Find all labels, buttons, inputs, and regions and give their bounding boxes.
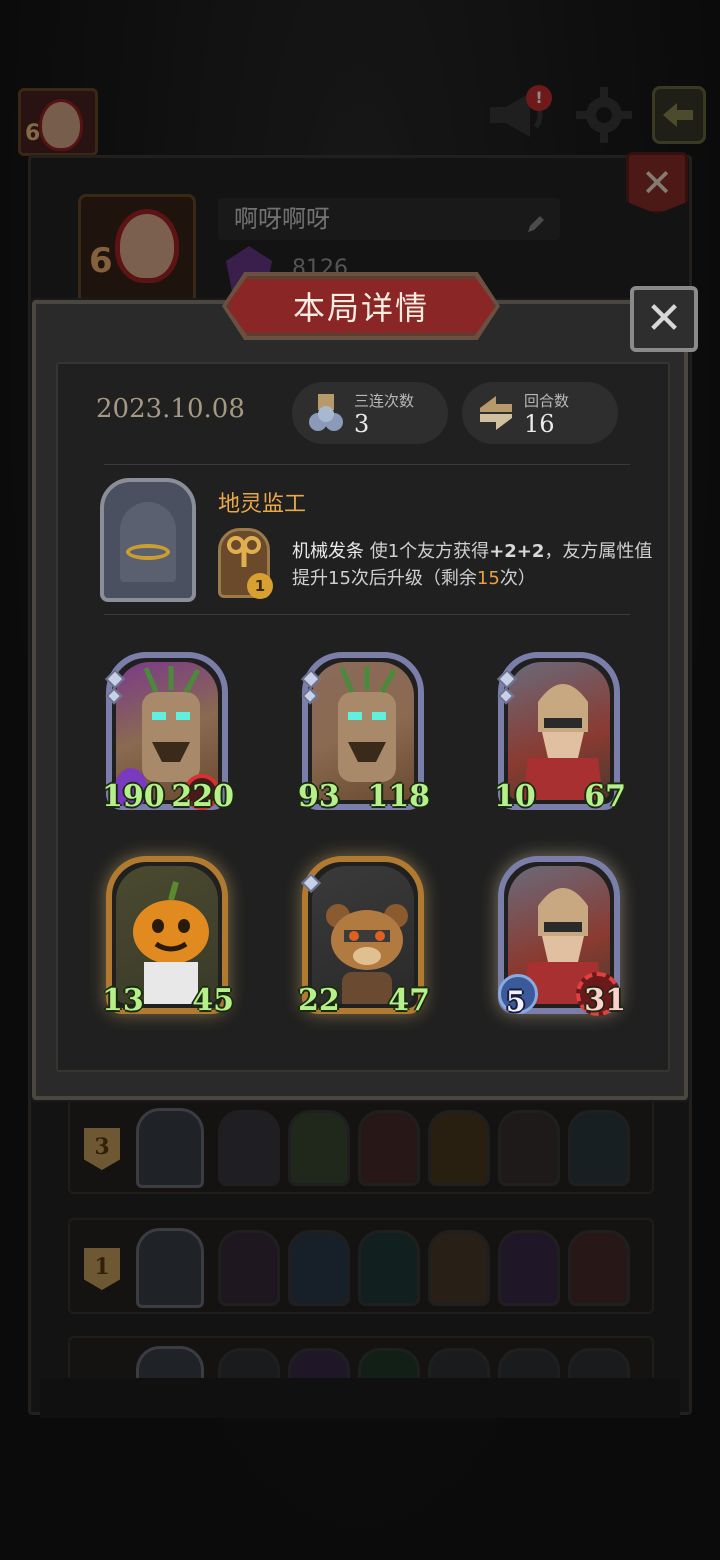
- minion-card[interactable]: 10 67: [494, 652, 626, 814]
- minion-card[interactable]: 5 31: [498, 856, 626, 1018]
- skill-desc-part: 使1个友方获得: [364, 541, 490, 562]
- minion-card[interactable]: 190 220: [102, 652, 234, 814]
- skill-icon[interactable]: 1: [218, 528, 273, 599]
- minion-card[interactable]: 93 118: [298, 652, 430, 814]
- skill-level-badge: 1: [247, 573, 273, 599]
- card-health: 118: [367, 779, 430, 814]
- stat-label: 回合数: [524, 392, 570, 410]
- modal-title: 本局详情: [226, 276, 496, 336]
- skill-desc-part: 次）: [499, 568, 536, 589]
- triple-icon: [309, 394, 343, 431]
- close-icon[interactable]: ✕: [630, 286, 698, 352]
- hero-body: [120, 502, 176, 582]
- round-icon: [480, 396, 512, 430]
- card-health: 67: [584, 779, 626, 814]
- triple-count-stat: 三连次数 3: [292, 382, 448, 444]
- match-date: 2023.10.08: [96, 394, 245, 424]
- minion-card[interactable]: 22 47: [298, 856, 430, 1018]
- skill-bonus: +2+2: [489, 541, 545, 562]
- card-attack: 190: [102, 779, 165, 814]
- stat-value: 3: [354, 410, 370, 438]
- round-count-stat: 回合数 16: [462, 382, 618, 444]
- divider: [104, 464, 630, 465]
- skill-description: 机械发条 使1个友方获得+2+2，友方属性值提升15次后升级（剩余15次）: [292, 538, 662, 592]
- card-health: 47: [388, 983, 430, 1018]
- card-health: 31: [584, 983, 626, 1018]
- card-attack: 13: [102, 983, 144, 1018]
- card-attack: 10: [494, 779, 536, 814]
- stat-label: 三连次数: [354, 392, 415, 410]
- skill-name: 机械发条: [292, 541, 364, 562]
- card-health: 220: [171, 779, 234, 814]
- card-attack: 5: [506, 985, 526, 1018]
- hero-chain: [126, 544, 170, 560]
- skill-remaining: 15: [476, 568, 500, 589]
- divider: [104, 614, 630, 615]
- hero-portrait[interactable]: [100, 478, 196, 602]
- card-attack: 22: [298, 983, 340, 1018]
- minion-card[interactable]: 13 45: [102, 856, 234, 1018]
- hero-name: 地灵监工: [218, 492, 307, 517]
- card-attack: 93: [298, 779, 340, 814]
- stat-value: 16: [524, 410, 555, 438]
- card-health: 45: [192, 983, 234, 1018]
